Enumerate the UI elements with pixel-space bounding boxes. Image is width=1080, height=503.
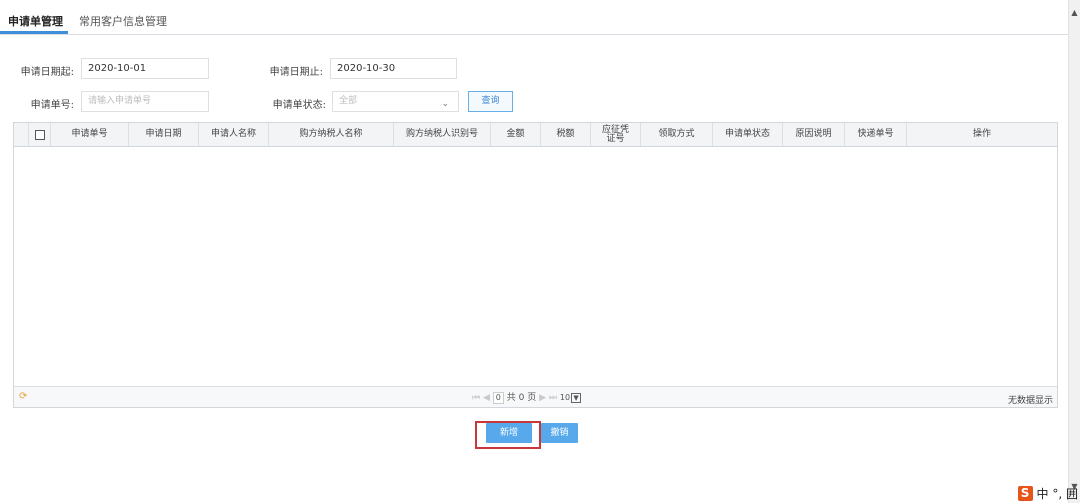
pager-controls: ⏮ ◀ 0 共 0 页 ▶ ⏭ 10 ▼ [472, 390, 582, 404]
column-header[interactable]: 领取方式 [641, 123, 713, 146]
query-button[interactable]: 查询 [468, 91, 513, 112]
first-page-icon[interactable]: ⏮ [472, 393, 480, 403]
chevron-down-icon: ⌄ [441, 99, 449, 109]
status-select[interactable]: 全部 ⌄ [332, 91, 459, 112]
active-tab-indicator [0, 31, 68, 34]
page-number-input[interactable]: 0 [492, 392, 504, 404]
tab-order-management[interactable]: 申请单管理 [8, 13, 63, 29]
column-header[interactable]: 金额 [491, 123, 541, 146]
status-label: 申请单状态: [272, 100, 326, 111]
page-size-value: 10 [559, 393, 571, 402]
scroll-up-icon[interactable]: ▲ [1069, 8, 1080, 17]
ime-logo-icon: S [1017, 485, 1033, 501]
date-start-input[interactable]: 2020-10-01 [81, 58, 209, 79]
tab-customer-info-management[interactable]: 常用客户信息管理 [79, 13, 167, 29]
column-header[interactable]: 申请人名称 [199, 123, 269, 146]
prev-page-icon[interactable]: ◀ [483, 393, 490, 403]
column-header[interactable]: 购方纳税人名称 [269, 123, 394, 146]
column-header[interactable]: 快递单号 [845, 123, 907, 146]
no-data-text: 无数据显示 [1007, 396, 1053, 406]
column-header[interactable]: 操作 [907, 123, 1057, 146]
refresh-icon[interactable]: ⟳ [19, 391, 27, 402]
column-header[interactable]: 申请单号 [51, 123, 129, 146]
column-header[interactable]: 税额 [541, 123, 591, 146]
status-select-value: 全部 [339, 96, 358, 106]
last-page-icon[interactable]: ⏭ [549, 393, 557, 403]
column-header[interactable]: 申请单状态 [713, 123, 783, 146]
total-pages-text: 共 0 页 [506, 393, 537, 403]
select-all-cell[interactable] [29, 123, 51, 146]
order-no-label: 申请单号: [30, 100, 74, 111]
column-header[interactable]: 申请日期 [129, 123, 199, 146]
grid-header: 申请单号 申请日期 申请人名称 购方纳税人名称 购方纳税人识别号 金额 税额 应… [14, 123, 1057, 147]
next-page-icon[interactable]: ▶ [539, 393, 546, 403]
select-all-checkbox[interactable] [34, 129, 45, 140]
grid-pager: ⟳ ⏮ ◀ 0 共 0 页 ▶ ⏭ 10 ▼ 无数据显示 [14, 386, 1057, 407]
ime-toolbar[interactable]: S 中 °, 囲 [1017, 485, 1078, 501]
page-scrollbar[interactable]: ▲ ▼ [1068, 0, 1080, 503]
revoke-button[interactable]: 撤销 [541, 423, 578, 443]
add-button[interactable]: 新增 [486, 423, 532, 443]
order-no-input[interactable]: 请输入申请单号 [81, 91, 209, 112]
date-end-label: 申请日期止: [269, 67, 323, 78]
grid-row-number-header [14, 123, 29, 146]
tab-bar: 申请单管理 常用客户信息管理 [0, 0, 1068, 35]
ime-status: 中 °, 囲 [1036, 486, 1078, 501]
column-header[interactable]: 应征凭证号 [591, 123, 641, 146]
page-size-dropdown-icon[interactable]: ▼ [571, 392, 582, 403]
date-end-input[interactable]: 2020-10-30 [330, 58, 457, 79]
column-header[interactable]: 原因说明 [783, 123, 845, 146]
date-start-label: 申请日期起: [20, 67, 74, 78]
column-header[interactable]: 购方纳税人识别号 [394, 123, 491, 146]
order-grid: 申请单号 申请日期 申请人名称 购方纳税人名称 购方纳税人识别号 金额 税额 应… [13, 122, 1058, 408]
